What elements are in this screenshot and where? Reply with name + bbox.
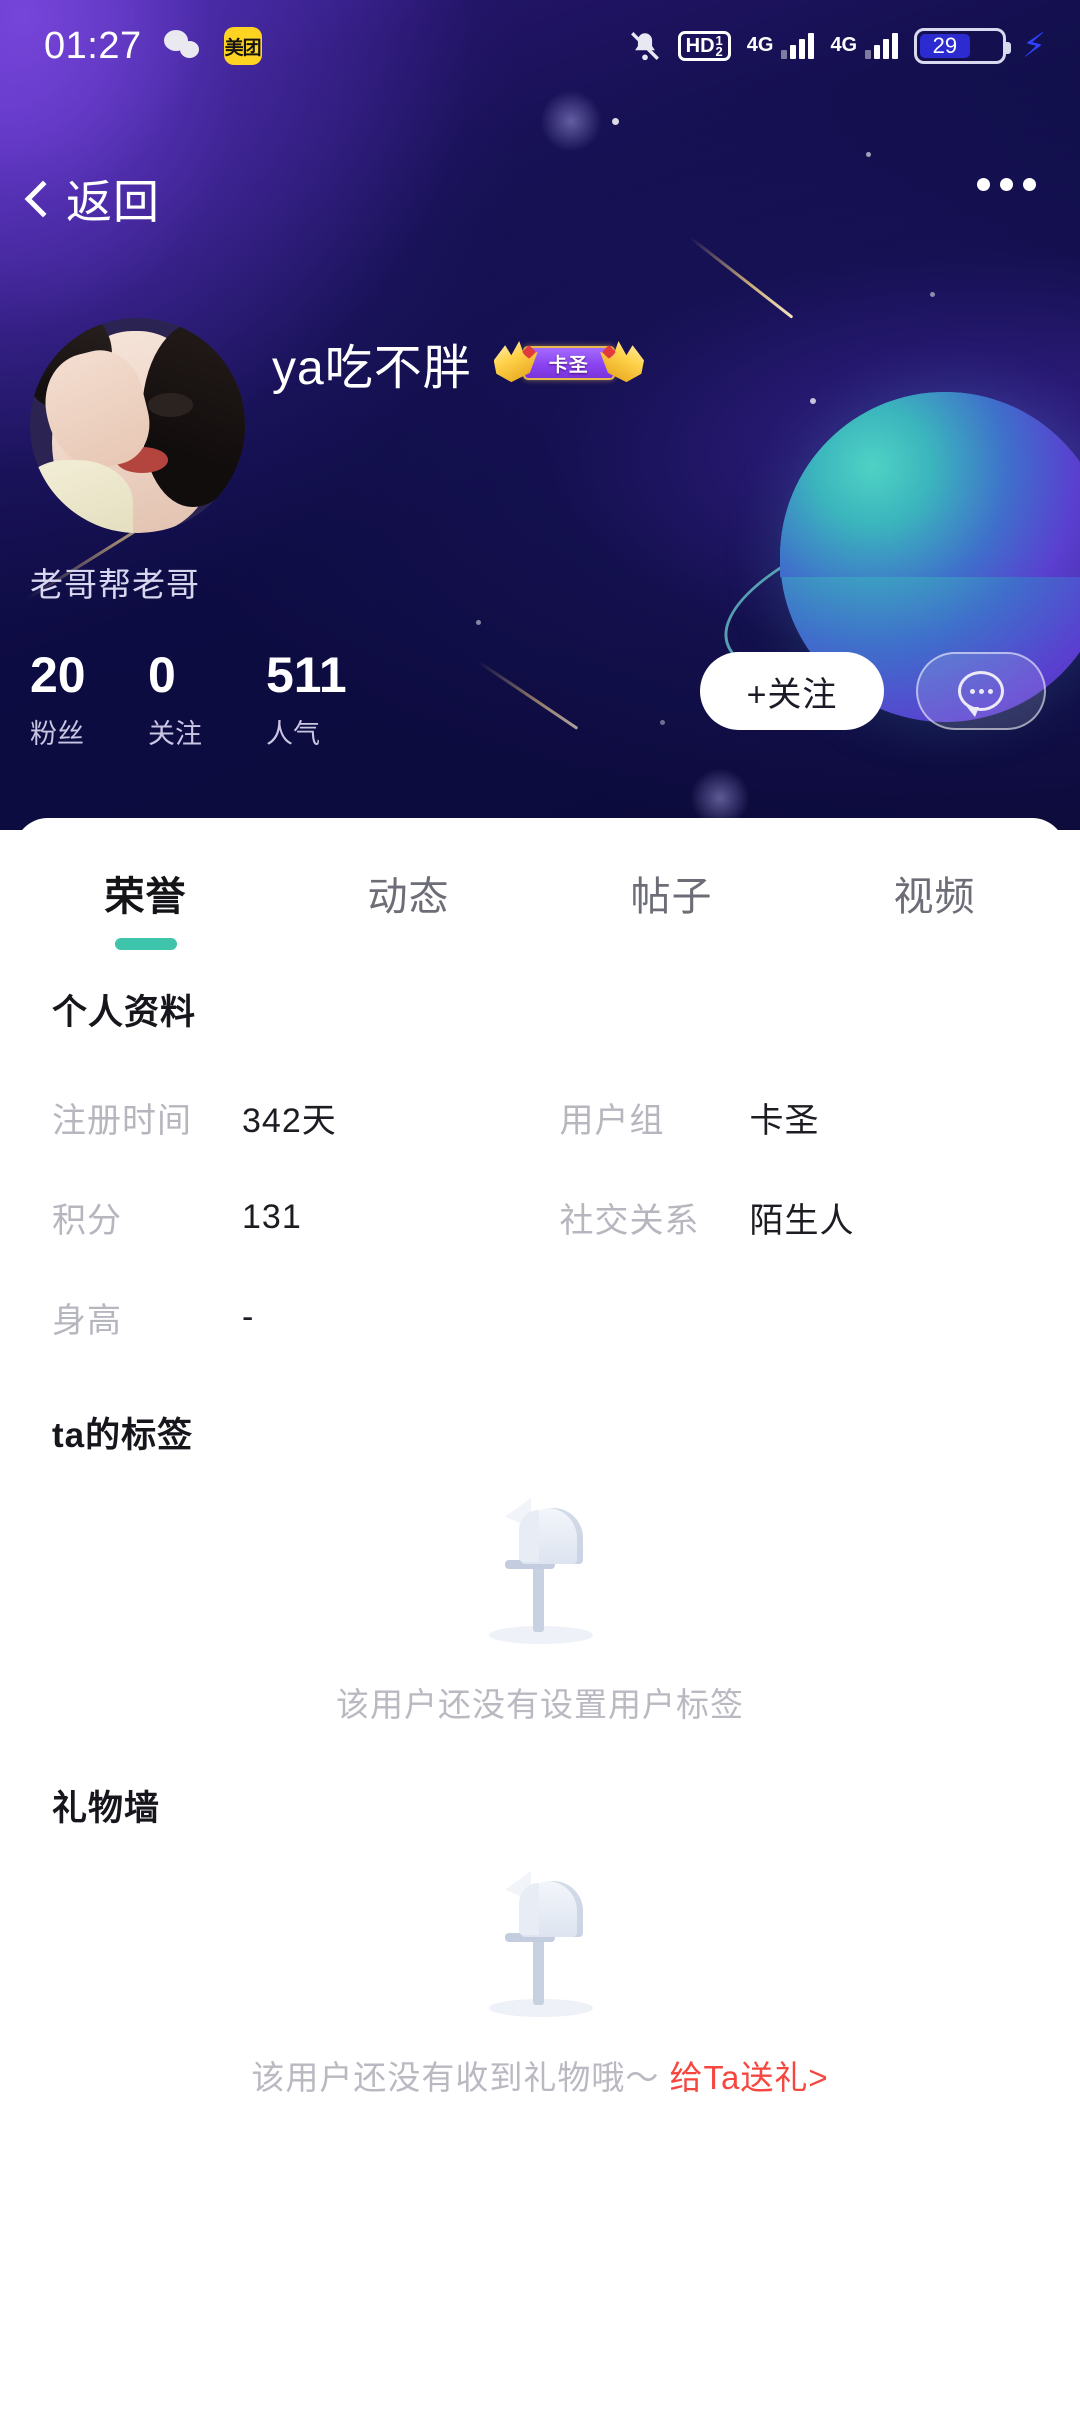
wechat-icon xyxy=(163,30,202,62)
stat-label: 人气 xyxy=(266,719,320,749)
tags-empty-state: 该用户还没有设置用户标签 xyxy=(14,1458,1066,1726)
info-key: 身高 xyxy=(52,1301,122,1340)
more-dots-icon[interactable] xyxy=(977,178,1036,191)
tab-label: 视频 xyxy=(893,875,976,919)
info-value: 陌生人 xyxy=(749,1201,855,1240)
stat-fans[interactable]: 20 粉丝 xyxy=(30,648,148,751)
profile-stats: 20 粉丝 0 关注 511 人气 xyxy=(30,648,384,751)
tab-posts[interactable]: 帖子 xyxy=(540,864,803,950)
tab-honor[interactable]: 荣誉 xyxy=(14,864,277,950)
follow-button[interactable]: +关注 xyxy=(700,652,884,730)
stat-label: 关注 xyxy=(148,719,202,749)
meituan-icon: 美团 xyxy=(223,27,262,65)
gift-wall-empty-state: 该用户还没有收到礼物哦～ 给Ta送礼> xyxy=(14,1831,1066,2099)
star-decor xyxy=(612,118,619,125)
mailbox-empty-icon xyxy=(481,1494,599,1644)
info-key: 注册时间 xyxy=(52,1101,192,1140)
stat-label: 粉丝 xyxy=(30,719,84,749)
info-key: 积分 xyxy=(52,1201,122,1240)
stat-popularity[interactable]: 511 人气 xyxy=(266,648,384,751)
avatar[interactable] xyxy=(30,318,245,533)
chat-bubble-icon xyxy=(958,671,1004,717)
info-row: 积分 131 社交关系 陌生人 xyxy=(52,1167,1028,1267)
send-gift-link[interactable]: 给Ta送礼> xyxy=(670,2059,829,2096)
info-pair: 身高 - xyxy=(52,1293,560,1342)
info-pair: 用户组 卡圣 xyxy=(560,1093,1028,1142)
username-row: ya吃不胖 卡圣 xyxy=(272,328,644,398)
tab-label: 荣誉 xyxy=(104,875,187,919)
info-value: 131 xyxy=(242,1197,302,1236)
signal-4g-sim2-icon: 4G xyxy=(830,33,899,59)
info-key: 社交关系 xyxy=(559,1201,700,1240)
personal-info-grid: 注册时间 342天 用户组 卡圣 积分 131 社交关系 陌生人 身高 - xyxy=(14,1067,1066,1367)
info-value: 卡圣 xyxy=(749,1101,820,1140)
tags-empty-text: 该用户还没有设置用户标签 xyxy=(336,1686,744,1723)
info-pair: 注册时间 342天 xyxy=(52,1093,560,1142)
stat-following[interactable]: 0 关注 xyxy=(148,648,266,751)
chevron-left-icon xyxy=(24,180,62,218)
charging-bolt-icon: ⚡ xyxy=(1022,27,1046,65)
content-sheet: 荣誉 动态 帖子 视频 个人资料 注册时间 342天 用户组 卡圣 积分 131… xyxy=(14,818,1066,2412)
planet-ring-mask-decor xyxy=(780,392,1080,577)
star-decor xyxy=(930,292,935,297)
stat-value: 511 xyxy=(266,647,347,703)
tab-moments[interactable]: 动态 xyxy=(277,864,540,950)
gift-wall-empty-text: 该用户还没有收到礼物哦～ 给Ta送礼> xyxy=(251,2051,828,2099)
mailbox-empty-icon xyxy=(481,1867,599,2017)
info-row: 注册时间 342天 用户组 卡圣 xyxy=(52,1067,1028,1167)
status-bar-left: 01:27 美团 xyxy=(44,25,262,68)
user-signature: 老哥帮老哥 xyxy=(30,566,200,603)
star-decor xyxy=(476,620,481,625)
tab-label: 帖子 xyxy=(630,875,713,919)
tab-videos[interactable]: 视频 xyxy=(803,864,1066,950)
tags-title: ta的标签 xyxy=(52,1416,194,1455)
personal-info-title: 个人资料 xyxy=(52,993,197,1032)
gift-wall-title: 礼物墙 xyxy=(52,1789,161,1828)
avatar-photo xyxy=(30,318,245,533)
stat-value: 20 xyxy=(30,647,86,703)
username: ya吃不胖 xyxy=(272,342,472,395)
status-bar: 01:27 美团 HD 1 2 4G 4G 29 ⚡ xyxy=(0,0,1080,92)
signal-4g-sim1-icon: 4G xyxy=(747,33,815,59)
status-time: 01:27 xyxy=(44,24,142,67)
info-value: - xyxy=(242,1297,255,1336)
hd-voice-icon: HD 1 2 xyxy=(677,31,731,61)
nav-bar: 返回 xyxy=(0,150,1080,260)
gift-empty-message: 该用户还没有收到礼物哦～ xyxy=(251,2059,660,2096)
message-button[interactable] xyxy=(916,652,1046,730)
content-tabs: 荣誉 动态 帖子 视频 xyxy=(14,864,1066,950)
info-pair: 积分 131 xyxy=(52,1193,560,1242)
info-value: 342天 xyxy=(242,1101,337,1140)
stat-value: 0 xyxy=(148,647,176,703)
glow-decor xyxy=(540,90,602,152)
bell-mute-icon xyxy=(628,29,662,63)
info-pair: 社交关系 陌生人 xyxy=(560,1193,1028,1242)
info-row: 身高 - xyxy=(52,1267,1028,1367)
tab-label: 动态 xyxy=(367,875,450,919)
user-group-badge[interactable]: 卡圣 xyxy=(493,337,644,389)
status-bar-right: HD 1 2 4G 4G 29 ⚡ xyxy=(628,28,1046,64)
meteor-decor xyxy=(477,660,579,730)
info-key: 用户组 xyxy=(559,1101,665,1140)
battery-icon: 29 xyxy=(914,28,1012,64)
back-button-label: 返回 xyxy=(66,176,160,228)
star-decor xyxy=(660,720,665,725)
back-button[interactable]: 返回 xyxy=(24,166,160,232)
badge-label: 卡圣 xyxy=(548,354,589,376)
profile-actions: +关注 xyxy=(700,652,1046,730)
